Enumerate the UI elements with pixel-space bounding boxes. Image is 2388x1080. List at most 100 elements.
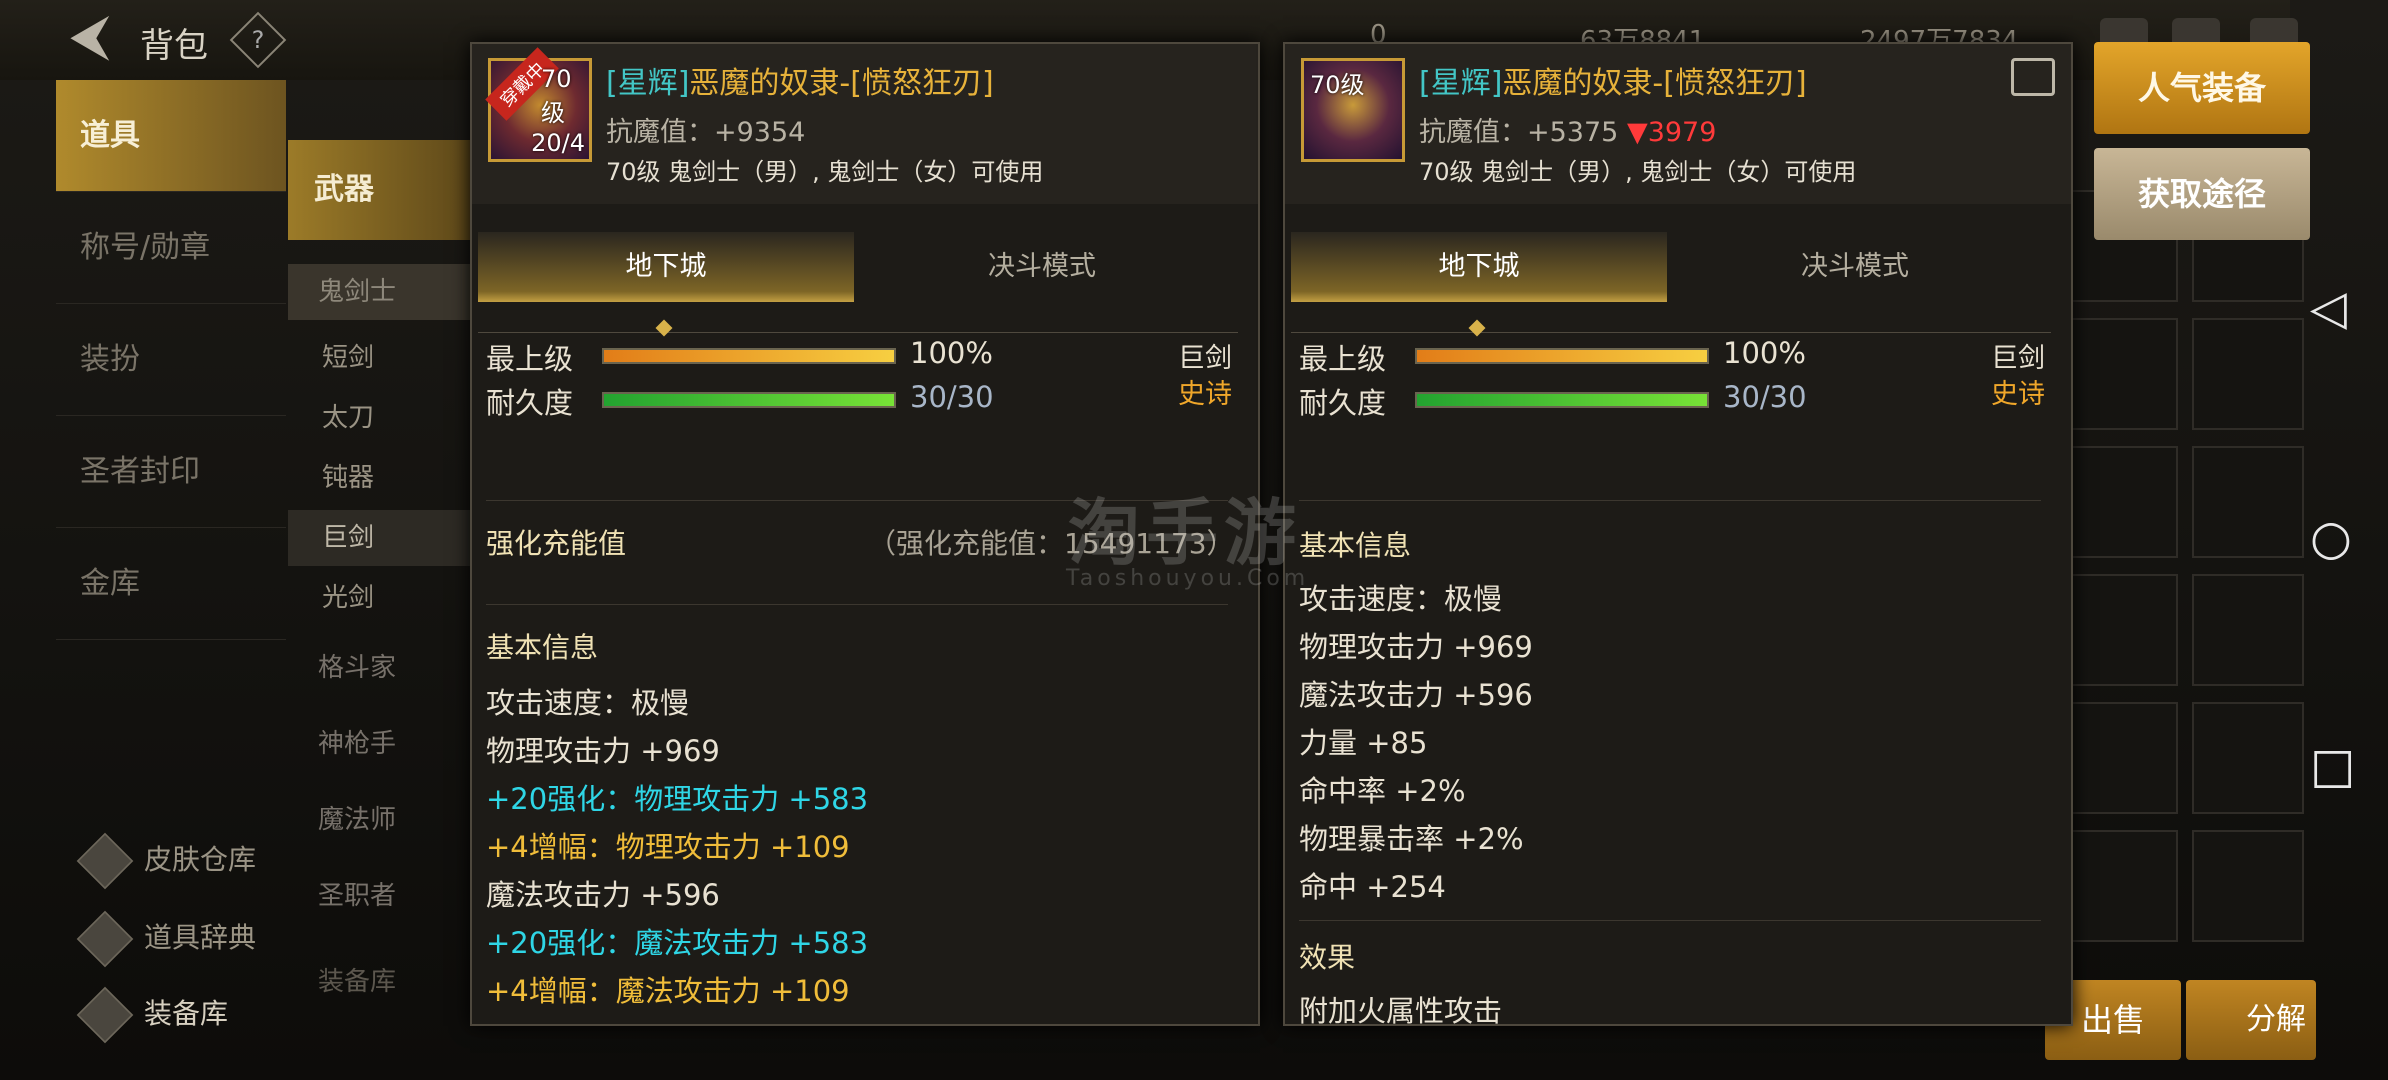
skin-storage-label: 皮肤仓库 xyxy=(144,843,257,876)
page-title: 背包 xyxy=(140,26,208,66)
equipment-library-button[interactable]: 装备库 xyxy=(76,986,229,1044)
tab-indicator-icon xyxy=(655,319,673,337)
inventory-slot[interactable] xyxy=(2066,318,2178,430)
inventory-slot[interactable] xyxy=(2192,318,2304,430)
inventory-slot[interactable] xyxy=(2192,702,2304,814)
watermark-text: 淘手游 xyxy=(1068,491,1303,575)
sidebar-item-items[interactable]: 道具 xyxy=(56,80,286,192)
sidebar-item-titles[interactable]: 称号/勋章 xyxy=(56,192,286,304)
stat-line: +4增幅：魔法攻击力 +109 xyxy=(486,974,850,1008)
stat-line: +20强化：魔法攻击力 +583 xyxy=(486,926,869,960)
stat-line: 命中 +254 xyxy=(1299,870,1446,904)
sidebar-item-seal[interactable]: 圣者封印 xyxy=(56,416,286,528)
class-slayer[interactable]: 鬼剑士 xyxy=(288,264,478,320)
decompose-button[interactable]: 分解 xyxy=(2186,980,2316,1060)
charge-label: 强化充能值 xyxy=(486,527,627,560)
stat-line: 攻击速度：极慢 xyxy=(1299,582,1503,616)
back-arrow-icon[interactable]: ⮜ xyxy=(70,8,110,64)
help-icon: ? xyxy=(251,26,265,54)
compare-item-tooltip: 70级 [星辉]恶魔的奴隶-[愤怒狂刃] 抗魔值：+5375 ▼3979 70级… xyxy=(1283,42,2073,1026)
class-fighter[interactable]: 格斗家 xyxy=(288,640,478,696)
item-name-text: 恶魔的奴隶-[愤怒狂刃] xyxy=(1502,66,1807,101)
inventory-slot[interactable] xyxy=(2066,702,2178,814)
obtain-source-button[interactable]: 获取途径 xyxy=(2094,148,2310,240)
tab-divider xyxy=(1291,332,2051,333)
inventory-slot[interactable] xyxy=(2066,574,2178,686)
grade-label: 最上级 xyxy=(1299,342,1387,376)
grade-bar xyxy=(1415,348,1709,364)
grade-bar-fill xyxy=(604,350,894,362)
sidebar: 道具 称号/勋章 装扮 圣者封印 金库 xyxy=(56,80,286,680)
share-icon[interactable] xyxy=(2011,58,2055,96)
stat-line: 攻击速度：极慢 xyxy=(486,686,690,720)
durability-bar-fill xyxy=(604,394,894,406)
divider xyxy=(1299,500,2041,501)
basic-info-title: 基本信息 xyxy=(486,631,599,664)
inventory-slot[interactable] xyxy=(2066,830,2178,942)
item-name-text: 恶魔的奴隶-[愤怒狂刃] xyxy=(689,66,994,101)
stat-line: 物理攻击力 +969 xyxy=(1299,630,1533,664)
divider xyxy=(486,604,1228,605)
mode-tabs: 地下城 决斗模式 xyxy=(472,232,1232,302)
item-name: [星辉]恶魔的奴隶-[愤怒狂刃] xyxy=(606,58,994,102)
sidebar-item-vault[interactable]: 金库 xyxy=(56,528,286,640)
weapon-greatsword[interactable]: 巨剑 xyxy=(288,510,478,566)
inventory-slot[interactable] xyxy=(2192,574,2304,686)
stat-line: 魔法攻击力 +596 xyxy=(486,878,720,912)
item-icon: 70级 xyxy=(1301,58,1405,162)
weapon-katana[interactable]: 太刀 xyxy=(288,390,478,446)
equipment-library-label: 装备库 xyxy=(144,997,229,1030)
weapon-shortsword[interactable]: 短剑 xyxy=(288,330,478,386)
stat-line: +4增幅：物理攻击力 +109 xyxy=(486,830,850,864)
item-name: [星辉]恶魔的奴隶-[愤怒狂刃] xyxy=(1419,58,1807,102)
equipment-library-tab[interactable]: 装备库 xyxy=(288,954,478,1010)
watermark-subtext: Taoshouyou.Com xyxy=(1066,566,1310,591)
nav-recents-icon[interactable]: □ xyxy=(2310,742,2355,790)
grade-label: 最上级 xyxy=(486,342,574,376)
popular-equipment-button[interactable]: 人气装备 xyxy=(2094,42,2310,134)
tab-pvp[interactable]: 决斗模式 xyxy=(1667,232,2043,302)
item-resist-value: 抗魔值：+9354 xyxy=(606,117,806,148)
nav-back-icon[interactable]: ◁ xyxy=(2310,284,2347,332)
class-priest[interactable]: 圣职者 xyxy=(288,868,478,924)
nav-home-icon[interactable]: ○ xyxy=(2310,514,2352,562)
rarity-label: 史诗 xyxy=(1991,379,2045,410)
item-resist-value: 抗魔值：+5375 ▼3979 xyxy=(1419,110,1716,149)
resist-diff: ▼3979 xyxy=(1626,117,1717,148)
item-name-tag: [星辉] xyxy=(1419,66,1503,101)
dictionary-icon xyxy=(76,910,134,968)
durability-bar xyxy=(1415,392,1709,408)
stat-line: +20强化：物理攻击力 +583 xyxy=(486,782,869,816)
item-dictionary-button[interactable]: 道具辞典 xyxy=(76,910,257,968)
tab-dungeon[interactable]: 地下城 xyxy=(478,232,854,302)
skin-storage-button[interactable]: 皮肤仓库 xyxy=(76,832,257,890)
sidebar-item-avatar[interactable]: 装扮 xyxy=(56,304,286,416)
divider xyxy=(1299,920,2041,921)
inventory-slot[interactable] xyxy=(2192,446,2304,558)
weapon-lightsabre[interactable]: 光剑 xyxy=(288,570,478,626)
grade-bar-fill xyxy=(1417,350,1707,362)
stat-line: 命中率 +2% xyxy=(1299,774,1466,808)
item-usable-classes: 70级 鬼剑士（男）, 鬼剑士（女）可使用 xyxy=(606,158,1044,186)
effect-line: 附加火属性攻击 xyxy=(1299,994,1503,1026)
class-gunner[interactable]: 神枪手 xyxy=(288,716,478,772)
stat-line: 力量 +85 xyxy=(1299,726,1428,760)
armor-icon xyxy=(76,986,134,1044)
basic-info-title: 基本信息 xyxy=(1299,529,1412,562)
grade-bar xyxy=(602,348,896,364)
tab-dungeon[interactable]: 地下城 xyxy=(1291,232,1667,302)
item-dictionary-label: 道具辞典 xyxy=(144,921,257,954)
rarity-label: 史诗 xyxy=(1178,379,1232,410)
grade-percent: 100% xyxy=(910,336,993,370)
durability-value: 30/30 xyxy=(910,380,994,414)
item-icon: 穿戴中 70级 20/4 xyxy=(485,47,592,162)
grade-percent: 100% xyxy=(1723,336,1806,370)
class-mage[interactable]: 魔法师 xyxy=(288,792,478,848)
weapon-club[interactable]: 钝器 xyxy=(288,450,478,506)
item-level-label: 70级 xyxy=(541,65,572,127)
tab-pvp[interactable]: 决斗模式 xyxy=(854,232,1230,302)
tab-divider xyxy=(478,332,1238,333)
inventory-slot[interactable] xyxy=(2192,830,2304,942)
inventory-slot[interactable] xyxy=(2066,446,2178,558)
category-weapon[interactable]: 武器 xyxy=(288,140,478,240)
